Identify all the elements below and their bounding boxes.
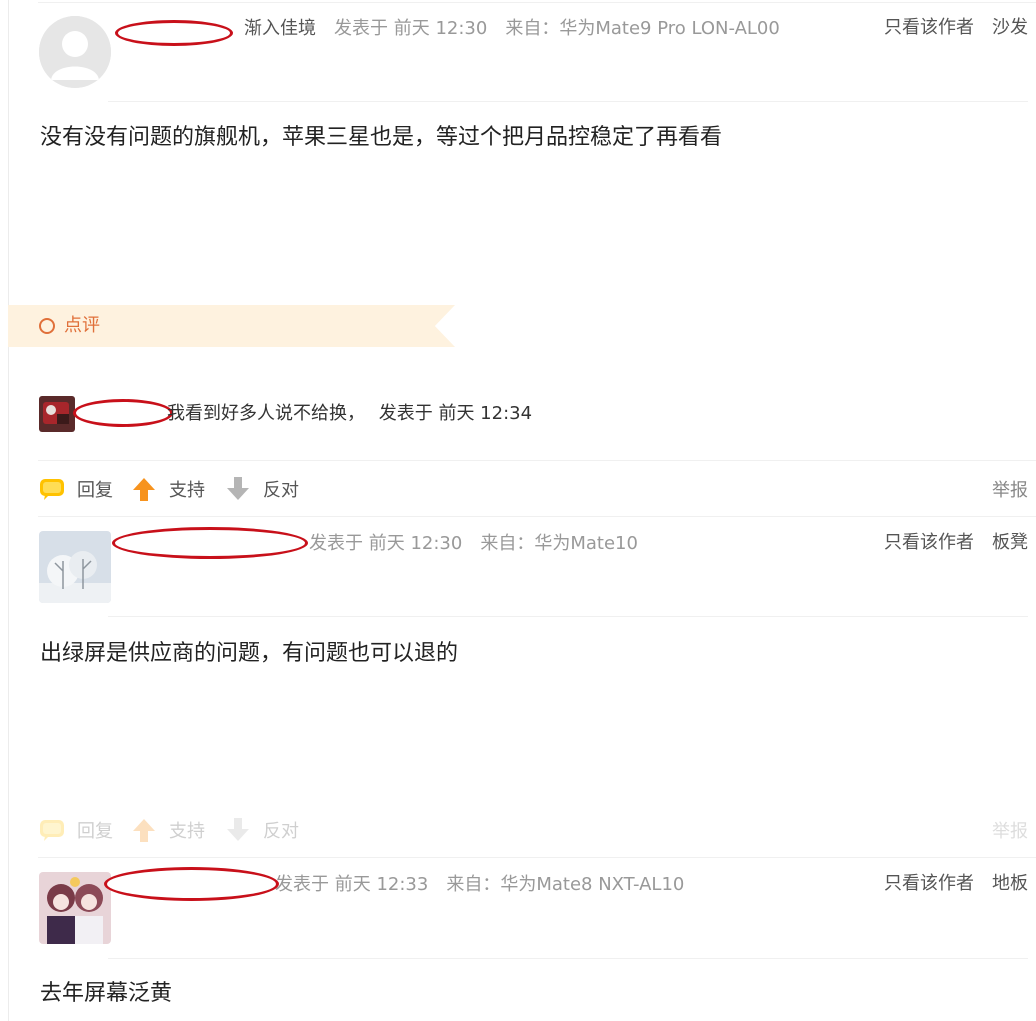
post-time: 发表于 前天 12:33 [275,874,429,895]
floor-label[interactable]: 地板 [992,873,1028,894]
post-meta: 发表于 前天 12:30 来自：华为Mate10 [309,530,656,558]
divider [108,958,1028,959]
reply-label: 回复 [77,480,113,501]
comment-section-label: 点评 [64,315,100,336]
post-source: 来自：华为Mate8 NXT-AL10 [446,874,685,895]
divider [108,616,1028,617]
reply-label: 回复 [77,821,113,842]
up-arrow-icon [133,478,155,501]
report-button[interactable]: 举报 [992,472,1028,506]
down-arrow-icon [227,818,249,841]
post-links: 只看该作者 板凳 [866,529,1028,557]
reply-bubble-icon [40,820,64,841]
redacted-commenter-name [73,399,173,427]
post-content: 没有没有问题的旗舰机，苹果三星也是，等过个把月品控稳定了再看看 [40,125,723,150]
support-button[interactable]: 支持 [131,472,205,506]
post-source: 来自：华为Mate9 Pro LON-AL00 [505,18,780,39]
redacted-username [104,867,279,901]
redacted-username [112,527,308,559]
post-content: 出绿屏是供应商的问题，有问题也可以退的 [40,641,459,666]
post-action-bar: 回复 支持 反对 举报 [38,813,1028,847]
reply-button[interactable]: 回复 [39,813,113,847]
comment-section-header: 点评 [8,305,455,347]
post-action-bar: 回复 支持 反对 举报 [38,472,1028,506]
circle-icon [39,318,55,334]
divider [108,101,1028,102]
support-label: 支持 [169,821,205,842]
page-left-border [8,0,9,1021]
view-author-only-link[interactable]: 只看该作者 [884,873,974,894]
commenter-avatar[interactable] [39,396,75,432]
view-author-only-link[interactable]: 只看该作者 [884,532,974,553]
up-arrow-icon [133,819,155,842]
oppose-label: 反对 [263,821,299,842]
floor-label[interactable]: 板凳 [992,532,1028,553]
divider [38,2,1036,3]
comment-line: 我看到好多人说不给换， 发表于 前天 12:34 [167,400,532,428]
oppose-button[interactable]: 反对 [225,813,299,847]
author-avatar[interactable] [39,872,111,944]
down-arrow-icon [227,477,249,500]
post-time: 发表于 前天 12:30 [334,18,488,39]
post-links: 只看该作者 地板 [866,870,1028,898]
view-author-only-link[interactable]: 只看该作者 [884,17,974,38]
author-avatar[interactable] [39,531,111,603]
reply-bubble-icon [40,479,64,500]
divider [38,857,1036,858]
avatar-image-icon [39,396,75,432]
reply-button[interactable]: 回复 [39,472,113,506]
post-meta: 发表于 前天 12:33 来自：华为Mate8 NXT-AL10 [275,871,702,899]
redacted-username [115,20,233,46]
anime-girls-image-icon [39,872,111,944]
oppose-label: 反对 [263,480,299,501]
floor-label[interactable]: 沙发 [992,17,1028,38]
post-content: 去年屏幕泛黄 [40,981,173,1006]
support-label: 支持 [169,480,205,501]
winter-tree-image-icon [39,531,111,603]
divider [38,516,1036,517]
default-avatar[interactable] [39,16,111,88]
oppose-button[interactable]: 反对 [225,472,299,506]
post-time: 发表于 前天 12:30 [309,533,463,554]
divider [38,460,1036,461]
report-label: 举报 [992,821,1028,842]
comment-text: 我看到好多人说不给换， [167,403,365,424]
support-button[interactable]: 支持 [131,813,205,847]
author-name-fragment[interactable]: 渐入佳境 [244,18,316,39]
post-links: 只看该作者 沙发 [866,14,1028,42]
report-button[interactable]: 举报 [992,813,1028,847]
comment-time: 发表于 前天 12:34 [378,403,533,424]
report-label: 举报 [992,480,1028,501]
user-silhouette-icon [39,16,111,88]
post-source: 来自：华为Mate10 [480,533,638,554]
